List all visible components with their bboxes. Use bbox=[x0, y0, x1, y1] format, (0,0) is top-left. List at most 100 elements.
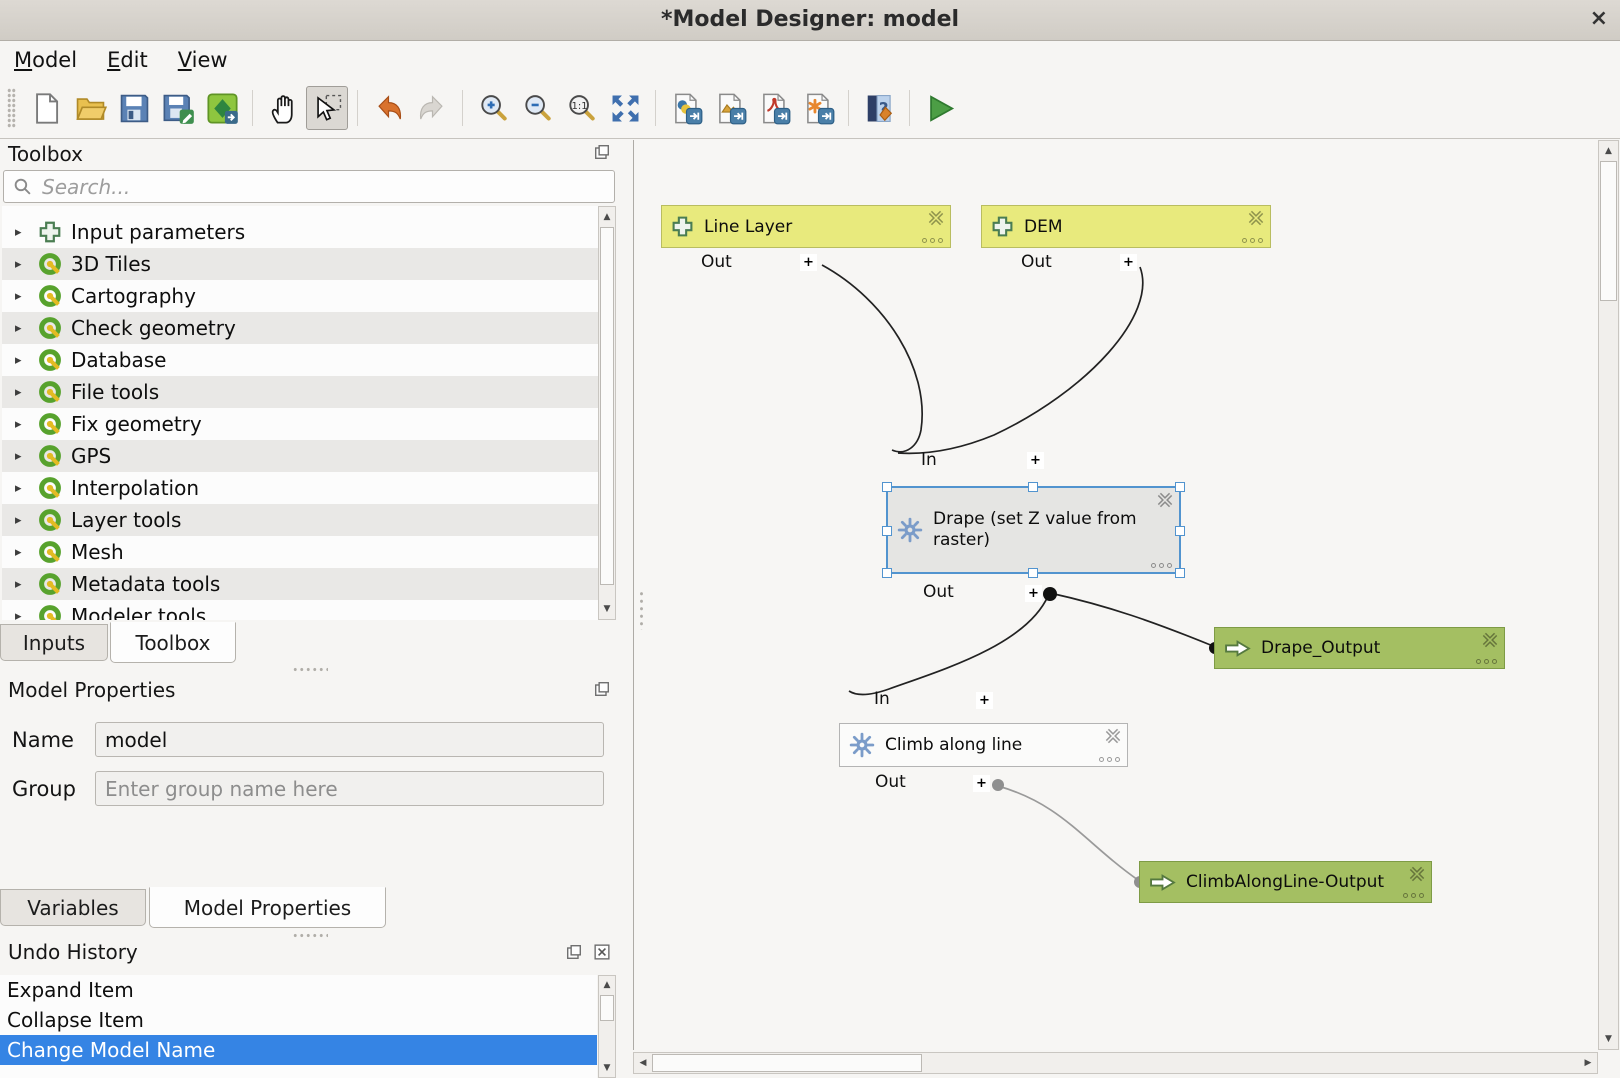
selection-handle[interactable] bbox=[1175, 482, 1185, 492]
scroll-up-icon[interactable]: ▲ bbox=[599, 209, 615, 225]
selection-handle[interactable] bbox=[1175, 568, 1185, 578]
save-model-icon[interactable] bbox=[113, 86, 155, 130]
expander-icon[interactable]: ▸ bbox=[2, 257, 35, 272]
tab-variables[interactable]: Variables bbox=[0, 889, 146, 926]
menu-view[interactable]: View bbox=[178, 48, 228, 72]
undo-icon[interactable] bbox=[367, 86, 409, 130]
zoom-full-icon[interactable] bbox=[604, 86, 646, 130]
menu-model[interactable]: Model bbox=[14, 48, 77, 72]
add-comment-button[interactable]: + bbox=[1025, 585, 1042, 602]
toolbox-item-database[interactable]: ▸Database bbox=[2, 344, 598, 376]
selection-handle[interactable] bbox=[1175, 526, 1185, 536]
menu-edit[interactable]: Edit bbox=[107, 48, 148, 72]
remove-node-icon[interactable] bbox=[1408, 865, 1426, 883]
panel-splitter-handle[interactable] bbox=[292, 666, 328, 673]
tab-model-properties[interactable]: Model Properties bbox=[149, 887, 386, 928]
remove-node-icon[interactable] bbox=[927, 209, 945, 227]
node-drape[interactable]: Drape (set Z value from raster) bbox=[886, 486, 1181, 574]
node-line-layer[interactable]: Line Layer bbox=[661, 205, 951, 248]
zoom-in-icon[interactable] bbox=[472, 86, 514, 130]
remove-node-icon[interactable] bbox=[1156, 491, 1174, 509]
selection-handle[interactable] bbox=[882, 568, 892, 578]
add-comment-button[interactable]: + bbox=[1120, 254, 1137, 271]
scrollbar-thumb[interactable] bbox=[652, 1054, 922, 1072]
expander-icon[interactable]: ▸ bbox=[2, 353, 35, 368]
node-drape-output[interactable]: Drape_Output bbox=[1214, 627, 1505, 669]
model-group-field[interactable] bbox=[95, 771, 604, 806]
expander-icon[interactable]: ▸ bbox=[2, 545, 35, 560]
add-comment-button[interactable]: + bbox=[976, 692, 993, 709]
node-dem[interactable]: DEM bbox=[981, 205, 1271, 248]
pan-icon[interactable] bbox=[262, 86, 304, 130]
export-as-image-icon[interactable] bbox=[709, 86, 751, 130]
toolbox-item-fix-geometry[interactable]: ▸Fix geometry bbox=[2, 408, 598, 440]
zoom-out-icon[interactable] bbox=[516, 86, 558, 130]
expander-icon[interactable]: ▸ bbox=[2, 417, 35, 432]
export-as-pdf-icon[interactable] bbox=[753, 86, 795, 130]
toolbox-scrollbar[interactable]: ▲ ▼ bbox=[598, 206, 616, 620]
redo-icon[interactable] bbox=[411, 86, 453, 130]
scrollbar-thumb[interactable] bbox=[1600, 161, 1617, 301]
scroll-up-icon[interactable]: ▲ bbox=[1599, 143, 1618, 159]
toolbox-item-file-tools[interactable]: ▸File tools bbox=[2, 376, 598, 408]
remove-node-icon[interactable] bbox=[1104, 727, 1122, 745]
node-climbalongline-output[interactable]: ClimbAlongLine-Output bbox=[1139, 861, 1432, 903]
toolbox-search[interactable] bbox=[3, 170, 615, 203]
node-climb-along-line[interactable]: Climb along line bbox=[839, 723, 1128, 767]
undo-item-collapse[interactable]: Collapse Item bbox=[0, 1005, 597, 1035]
export-as-python-icon[interactable] bbox=[665, 86, 707, 130]
scrollbar-thumb[interactable] bbox=[600, 227, 614, 585]
save-model-in-project-icon[interactable] bbox=[201, 86, 243, 130]
expander-icon[interactable]: ▸ bbox=[2, 577, 35, 592]
toolbox-item-gps[interactable]: ▸GPS bbox=[2, 440, 598, 472]
float-panel-icon[interactable] bbox=[594, 681, 610, 697]
remove-node-icon[interactable] bbox=[1247, 209, 1265, 227]
remove-node-icon[interactable] bbox=[1481, 631, 1499, 649]
model-name-field[interactable] bbox=[95, 722, 604, 757]
toolbar-drag-handle[interactable] bbox=[7, 88, 16, 128]
comment-dots-icon[interactable] bbox=[1403, 893, 1425, 899]
export-as-svg-icon[interactable] bbox=[797, 86, 839, 130]
toolbox-item-modeler-tools[interactable]: ▸Modeler tools bbox=[2, 600, 598, 620]
help-icon[interactable]: ? bbox=[858, 86, 900, 130]
comment-dots-icon[interactable] bbox=[1151, 563, 1173, 569]
save-model-as-icon[interactable] bbox=[157, 86, 199, 130]
close-panel-icon[interactable] bbox=[594, 944, 610, 960]
toolbox-item-cartography[interactable]: ▸Cartography bbox=[2, 280, 598, 312]
zoom-actual-size-icon[interactable]: 1:1 bbox=[560, 86, 602, 130]
toolbox-item-mesh[interactable]: ▸Mesh bbox=[2, 536, 598, 568]
scroll-down-icon[interactable]: ▼ bbox=[1599, 1031, 1618, 1047]
add-comment-button[interactable]: + bbox=[973, 775, 990, 792]
undo-item-change-model-name[interactable]: Change Model Name bbox=[0, 1035, 597, 1065]
canvas-splitter-handle[interactable] bbox=[638, 590, 645, 630]
add-comment-button[interactable]: + bbox=[800, 254, 817, 271]
toolbox-item-layer-tools[interactable]: ▸Layer tools bbox=[2, 504, 598, 536]
panel-splitter-handle[interactable] bbox=[292, 932, 328, 939]
select-icon[interactable] bbox=[306, 86, 348, 130]
canvas-vertical-scrollbar[interactable]: ▲ ▼ bbox=[1598, 140, 1619, 1050]
selection-handle[interactable] bbox=[1028, 482, 1038, 492]
scroll-left-icon[interactable]: ◀ bbox=[635, 1053, 651, 1073]
scroll-right-icon[interactable]: ▶ bbox=[1580, 1053, 1596, 1073]
comment-dots-icon[interactable] bbox=[1242, 238, 1264, 244]
scrollbar-thumb[interactable] bbox=[600, 995, 614, 1021]
expander-icon[interactable]: ▸ bbox=[2, 321, 35, 336]
canvas-horizontal-scrollbar[interactable]: ◀ ▶ bbox=[633, 1052, 1598, 1074]
new-model-icon[interactable] bbox=[25, 86, 67, 130]
scroll-down-icon[interactable]: ▼ bbox=[599, 601, 615, 617]
selection-handle[interactable] bbox=[882, 482, 892, 492]
tab-toolbox[interactable]: Toolbox bbox=[110, 622, 236, 663]
float-panel-icon[interactable] bbox=[594, 144, 610, 160]
selection-handle[interactable] bbox=[882, 526, 892, 536]
selection-handle[interactable] bbox=[1028, 568, 1038, 578]
comment-dots-icon[interactable] bbox=[1099, 757, 1121, 763]
open-model-icon[interactable] bbox=[69, 86, 111, 130]
expander-icon[interactable]: ▸ bbox=[2, 385, 35, 400]
expander-icon[interactable]: ▸ bbox=[2, 513, 35, 528]
scroll-down-icon[interactable]: ▼ bbox=[599, 1060, 615, 1076]
expander-icon[interactable]: ▸ bbox=[2, 289, 35, 304]
undo-item-expand[interactable]: Expand Item bbox=[0, 975, 597, 1005]
toolbox-item-interpolation[interactable]: ▸Interpolation bbox=[2, 472, 598, 504]
toolbox-item-metadata-tools[interactable]: ▸Metadata tools bbox=[2, 568, 598, 600]
search-input[interactable] bbox=[40, 174, 614, 200]
